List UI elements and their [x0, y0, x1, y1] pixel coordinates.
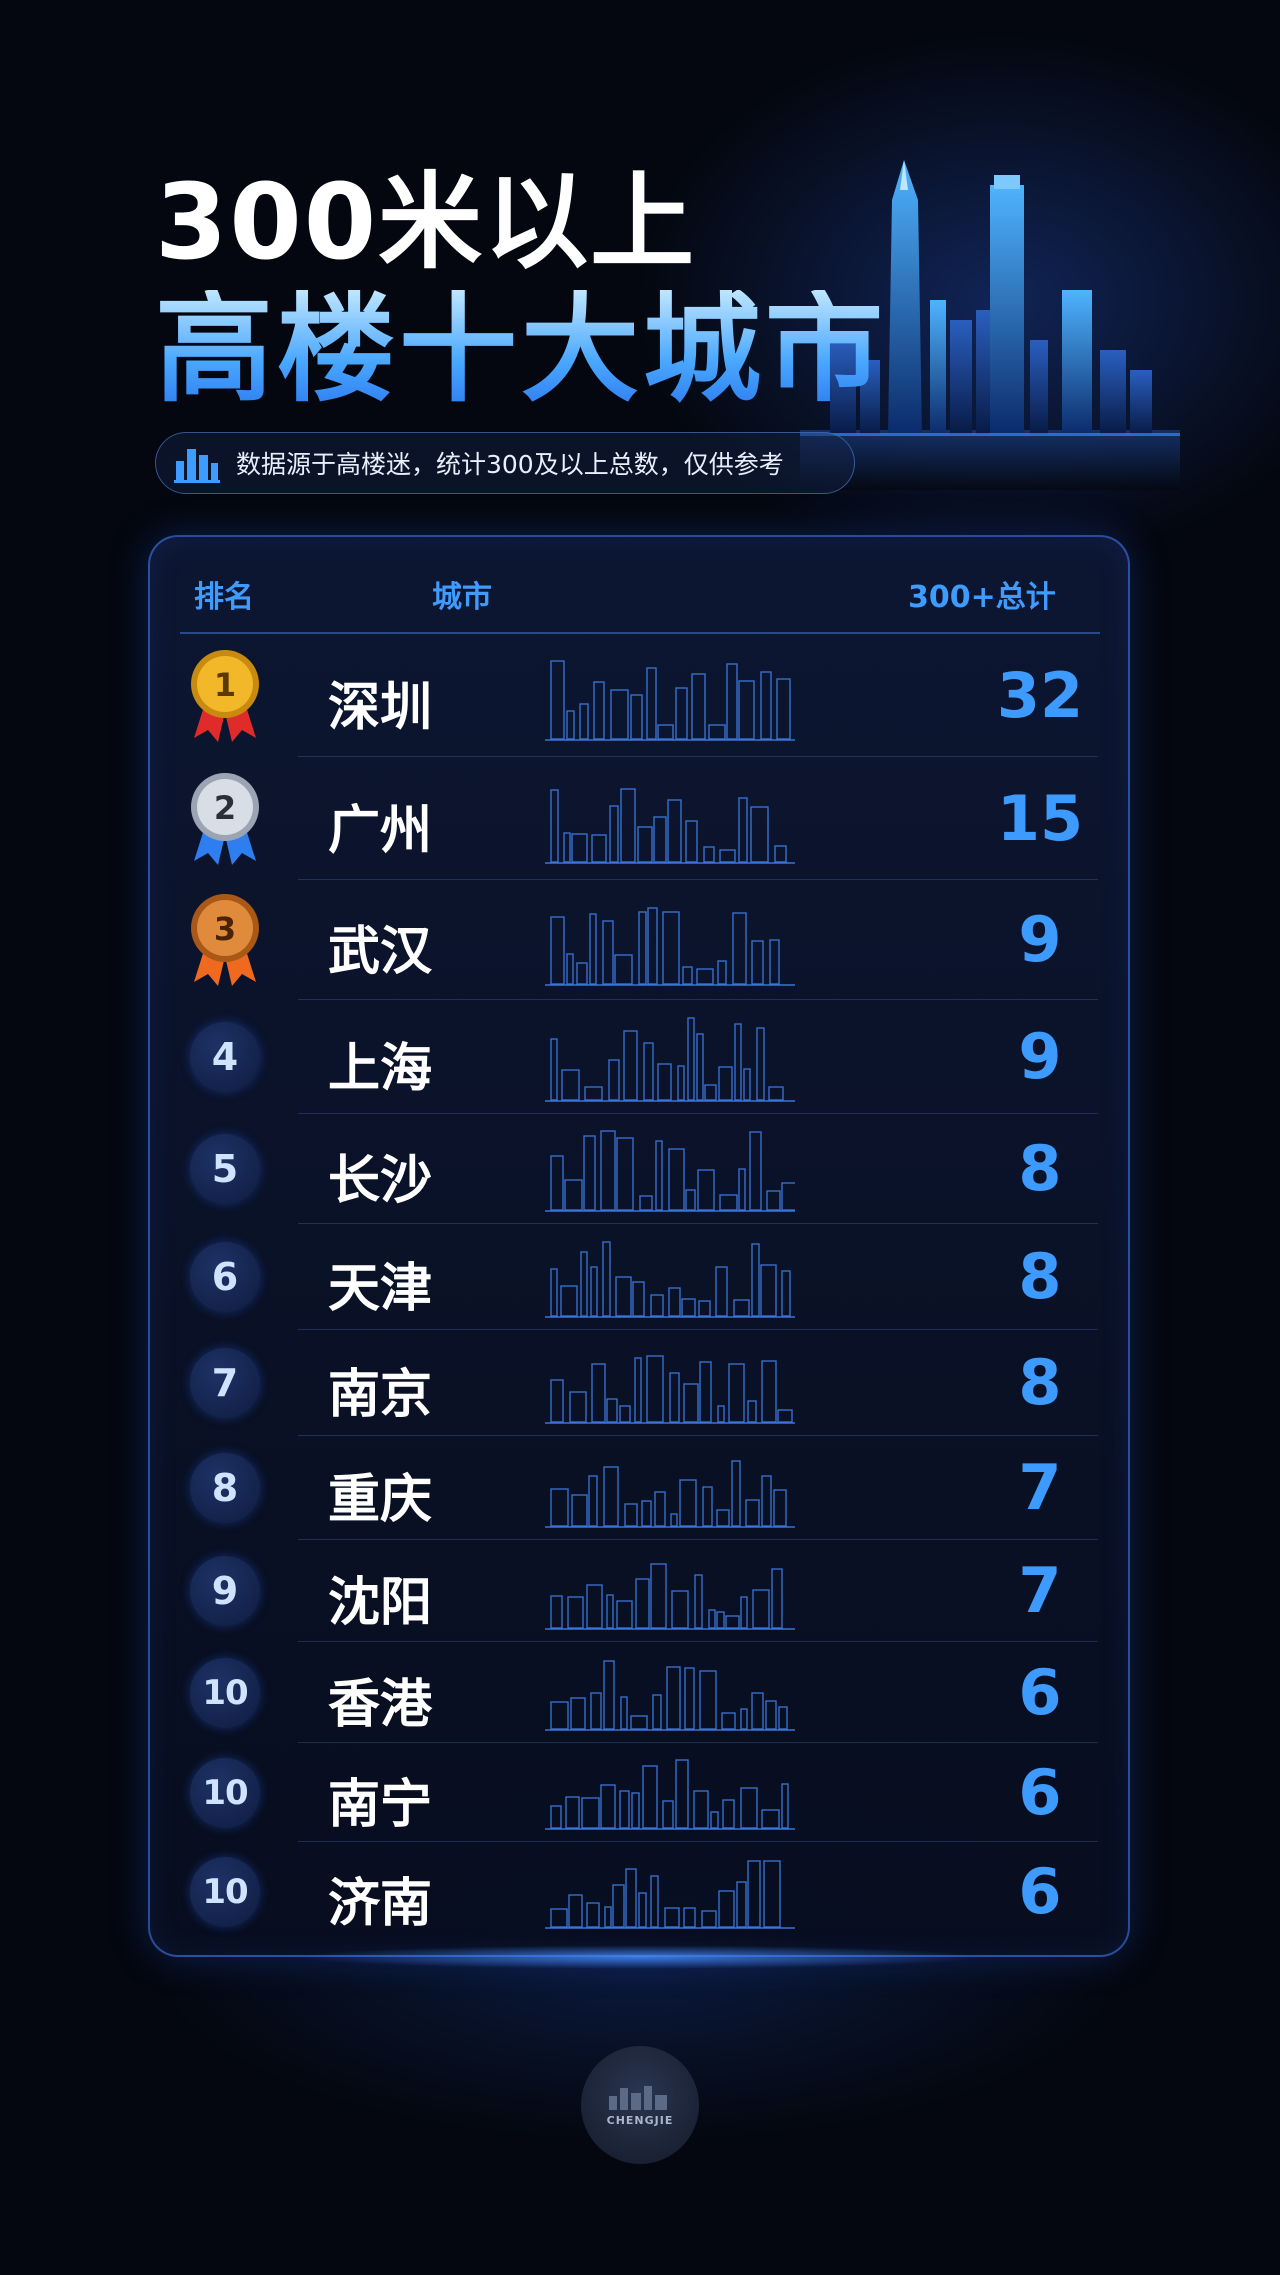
- city-skyline-icon: [545, 788, 795, 864]
- city-name: 香港: [328, 1674, 433, 1735]
- total-count: 8: [1018, 1132, 1062, 1205]
- table-row: 8 重庆 7: [150, 1436, 1128, 1540]
- rank-badge: 7: [190, 1348, 260, 1418]
- title-line-2: 高楼十大城市: [155, 280, 888, 418]
- city-name: 武汉: [328, 922, 433, 982]
- header-total: 300+总计: [908, 580, 1056, 615]
- panel-glow: [300, 1945, 980, 1969]
- total-count: 6: [1018, 1655, 1062, 1729]
- city-skyline-icon: [545, 660, 795, 741]
- table-row: 10 香港 6: [150, 1642, 1128, 1743]
- table-row: 4 上海 9: [150, 1000, 1128, 1114]
- rank-number: 1: [214, 666, 236, 704]
- total-count: 32: [996, 658, 1084, 732]
- gold-medal-icon: 1: [191, 649, 259, 742]
- rank-badge: 9: [190, 1556, 260, 1626]
- total-count: 7: [1018, 1554, 1062, 1627]
- city-name: 天津: [328, 1259, 433, 1319]
- table-row: 3 武汉 9: [150, 880, 1128, 1000]
- city-skyline-icon: [545, 1355, 795, 1424]
- table-row: 10 济南 6: [150, 1842, 1128, 1941]
- ranking-rows: 1 深圳 32 2 广州 15 3 武汉 9 4 上海 9 5 长沙 8 6 天津 8 7 南京 8 8 重庆 7 9 沈阳 7 10…: [150, 634, 1128, 1941]
- city-name: 深圳: [328, 677, 433, 738]
- buildings-icon: [174, 449, 220, 483]
- rank-badge: 4: [190, 1022, 260, 1092]
- city-skyline-icon: [545, 1130, 795, 1212]
- rank-badge: 10: [190, 1657, 260, 1728]
- table-header: 排名 城市 300+总计: [150, 537, 1128, 632]
- rank-badge: 5: [190, 1134, 260, 1204]
- ranking-table-panel: 排名 城市 300+总计 1 深圳 32 2 广州 15 3 武汉 9 4 上海 9 5 长沙 8 6 天津 8 7…: [148, 535, 1130, 1957]
- city-name: 南京: [328, 1365, 433, 1425]
- total-count: 8: [1018, 1346, 1062, 1419]
- table-row: 9 沈阳 7: [150, 1540, 1128, 1642]
- data-source-text: 数据源于高楼迷，统计300及以上总数，仅供参考: [236, 450, 784, 479]
- rank-number: 3: [214, 910, 236, 948]
- rank-number: 2: [214, 789, 236, 827]
- table-row: 7 南京 8: [150, 1330, 1128, 1436]
- table-row: 5 长沙 8: [150, 1114, 1128, 1224]
- city-skyline-icon: [545, 1241, 795, 1318]
- table-row: 1 深圳 32: [150, 634, 1128, 757]
- city-name: 济南: [328, 1873, 433, 1934]
- data-source-note: 数据源于高楼迷，统计300及以上总数，仅供参考: [155, 432, 855, 494]
- city-name: 长沙: [328, 1151, 433, 1211]
- total-count: 15: [996, 781, 1084, 855]
- city-skyline-icon: [545, 1563, 795, 1630]
- total-count: 9: [1018, 903, 1062, 976]
- bronze-medal-icon: 3: [191, 894, 259, 986]
- total-count: 7: [1018, 1451, 1062, 1524]
- table-row: 2 广州 15: [150, 757, 1128, 880]
- rank-badge: 10: [190, 1856, 260, 1927]
- total-count: 6: [1018, 1755, 1062, 1829]
- city-skyline-icon: [545, 1860, 795, 1929]
- rank-badge: 8: [190, 1453, 260, 1523]
- header-city: 城市: [432, 580, 492, 615]
- table-row: 6 天津 8: [150, 1224, 1128, 1330]
- city-name: 上海: [328, 1039, 433, 1099]
- city-skyline-icon: [545, 1017, 795, 1102]
- logo-skyline-icon: [609, 2085, 667, 2110]
- city-skyline-icon: [545, 906, 795, 986]
- city-skyline-icon: [545, 1460, 795, 1528]
- logo-text: CHENGJIE: [606, 2113, 674, 2127]
- total-count: 9: [1018, 1020, 1062, 1093]
- city-skyline-icon: [545, 1759, 795, 1830]
- city-name: 重庆: [328, 1470, 433, 1530]
- rank-badge: 10: [190, 1757, 260, 1828]
- total-count: 6: [1018, 1854, 1062, 1928]
- city-skyline-icon: [545, 1660, 795, 1731]
- city-name: 沈阳: [328, 1573, 433, 1633]
- total-count: 8: [1018, 1240, 1062, 1313]
- rank-badge: 6: [190, 1242, 260, 1312]
- title-line-1: 300米以上: [155, 161, 697, 283]
- silver-medal-icon: 2: [191, 772, 259, 865]
- city-name: 南宁: [328, 1774, 433, 1835]
- header-rank: 排名: [194, 580, 254, 615]
- city-name: 广州: [328, 800, 433, 861]
- brand-logo: CHENGJIE: [581, 2046, 699, 2164]
- table-row: 10 南宁 6: [150, 1743, 1128, 1842]
